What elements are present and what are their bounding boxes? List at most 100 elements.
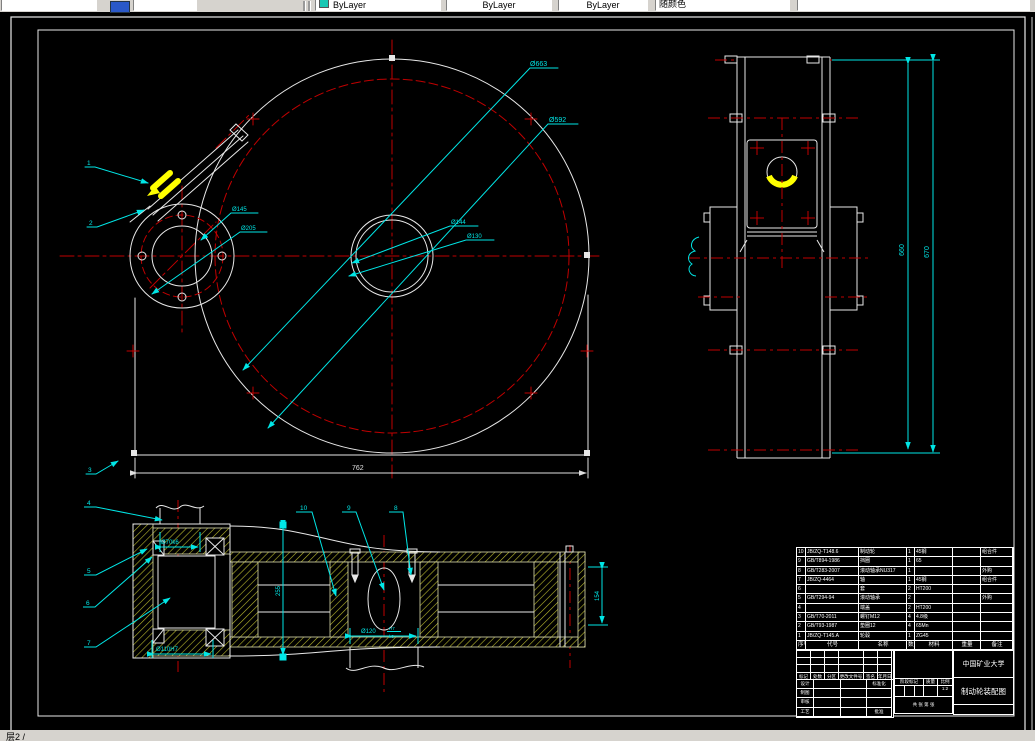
bom-cell: 1 xyxy=(907,548,915,558)
bom-cell: 套 xyxy=(859,585,907,595)
dim-label: 762 xyxy=(352,465,364,472)
bom-header-cell: 序号 xyxy=(797,640,806,651)
dim-label: 154 xyxy=(595,590,601,601)
bom-header-cell: 数量 xyxy=(907,640,915,651)
bom-cell: 6 xyxy=(797,585,806,595)
color-swatch-icon xyxy=(319,0,329,8)
bom-cell: 1 xyxy=(907,631,915,641)
revision-cell xyxy=(864,665,878,673)
toolbar-separator xyxy=(303,1,306,11)
balloon-label: 4 xyxy=(87,500,91,507)
bom-cell xyxy=(806,603,859,614)
signature-cell xyxy=(867,689,892,699)
bom-cell: 2 xyxy=(797,622,806,632)
signature-cell: 制图 xyxy=(797,689,814,699)
bom-cell: 垫圈12 xyxy=(859,622,907,632)
bom-cell xyxy=(981,631,1013,641)
balloon-label: 8 xyxy=(394,505,398,512)
signature-cell xyxy=(841,698,867,708)
bom-cell: ZG45 xyxy=(915,631,953,641)
bom-cell: 4.8级 xyxy=(915,613,953,623)
dim-label: 255 xyxy=(276,585,282,596)
bom-cell xyxy=(953,585,981,595)
bom-cell: 轴 xyxy=(859,575,907,586)
bom-cell xyxy=(915,594,953,604)
bom-header-cell: 材料 xyxy=(915,640,953,651)
organization-name: 中国矿业大学 xyxy=(954,651,1013,678)
signature-cell xyxy=(841,680,867,690)
bom-cell: JB/ZQ-4464 xyxy=(806,575,859,586)
dim-label: Ø205 xyxy=(241,226,256,232)
bom-cell: 4 xyxy=(907,622,915,632)
dim-label: 670 xyxy=(924,246,931,258)
signature-table: 设计 标准化 制图 审核 工艺 批准 xyxy=(796,679,894,718)
bom-cell xyxy=(915,566,953,576)
dim-label: Ø144 xyxy=(451,220,466,226)
layer-combo[interactable] xyxy=(1,0,97,11)
bom-cell: 45钢 xyxy=(915,575,953,586)
bom-cell xyxy=(981,557,1013,567)
bom-cell: 制动轮 xyxy=(859,548,907,558)
plotstyle-combo-value: 随颜色 xyxy=(659,0,687,9)
revision-table: 标记 处数 分区 更改文件号 签名 年月日 xyxy=(796,650,894,681)
sheet-info: 共 张 第 张 xyxy=(912,702,935,707)
properties-toolbar: ByLayer ByLayer ByLayer 随颜色 xyxy=(0,0,1035,13)
bom-cell: JB/ZQ-T145.A xyxy=(806,631,859,641)
bom-cell: GB/T294-94 xyxy=(806,594,859,604)
bom-cell xyxy=(806,585,859,595)
revision-cell xyxy=(839,665,864,673)
color-combo[interactable]: ByLayer xyxy=(315,0,441,11)
balloon-label: 10 xyxy=(300,505,308,512)
bom-cell: 挡圈 xyxy=(859,557,907,567)
bom-cell xyxy=(953,566,981,576)
bom-cell: 轮毂 xyxy=(859,631,907,641)
dim-label: Ø130 xyxy=(467,234,482,240)
mass-value xyxy=(924,686,938,697)
signature-cell: 审核 xyxy=(797,698,814,708)
layer-manager-icon[interactable] xyxy=(110,1,130,13)
linetype-combo[interactable]: ByLayer xyxy=(446,0,552,11)
revision-cell xyxy=(825,658,839,666)
signature-cell xyxy=(867,698,892,708)
balloon-label: 5 xyxy=(87,568,91,575)
bom-cell: HT200 xyxy=(915,585,953,595)
stage-label: 阶段标记 xyxy=(895,679,924,686)
scale-label: 比例 xyxy=(938,679,952,686)
bom-header-cell: 备注 xyxy=(981,640,1013,651)
bom-cell xyxy=(953,548,981,558)
bom-cell xyxy=(953,575,981,586)
balloon-label: 9 xyxy=(347,505,351,512)
signature-cell: 批准 xyxy=(867,707,892,717)
color-combo-value: ByLayer xyxy=(333,0,367,10)
revision-cell xyxy=(797,658,811,666)
bom-cell xyxy=(953,594,981,604)
bom-cell: 8 xyxy=(797,566,806,576)
layer-state-combo[interactable] xyxy=(133,0,197,11)
dim-label: Ø110H7 xyxy=(156,647,179,653)
extra-combo[interactable] xyxy=(797,0,1030,11)
status-bar: 层2 / xyxy=(0,730,1035,741)
bom-cell: GB/T283-2007 xyxy=(806,566,859,576)
bom-cell: GB/T70-2011 xyxy=(806,613,859,623)
dim-fit-label: k6 xyxy=(389,634,394,639)
bom-cell: 4 xyxy=(907,613,915,623)
bom-cell: 1 xyxy=(797,631,806,641)
bom-cell: 65 xyxy=(915,557,953,567)
bom-cell: 外购 xyxy=(981,594,1013,604)
layer-tab-label[interactable]: 层2 / xyxy=(6,732,25,741)
plotstyle-combo[interactable]: 随颜色 xyxy=(655,0,790,11)
bom-cell: 1 xyxy=(907,566,915,576)
drawing-number xyxy=(954,705,1013,714)
bom-cell: 2 xyxy=(907,585,915,595)
bom-cell xyxy=(953,603,981,614)
stage-cell xyxy=(905,686,915,697)
dim-label: Ø592 xyxy=(549,117,566,124)
bom-cell: 9 xyxy=(797,557,806,567)
dim-label: Ø120 xyxy=(361,629,376,635)
revision-cell xyxy=(797,651,811,659)
titleblock-right: 中国矿业大学 制动轮装配图 xyxy=(953,650,1014,715)
lineweight-combo[interactable]: ByLayer xyxy=(558,0,648,11)
signature-cell xyxy=(814,689,841,699)
signature-cell: 标准化 xyxy=(867,680,892,690)
revision-cell xyxy=(878,665,892,673)
